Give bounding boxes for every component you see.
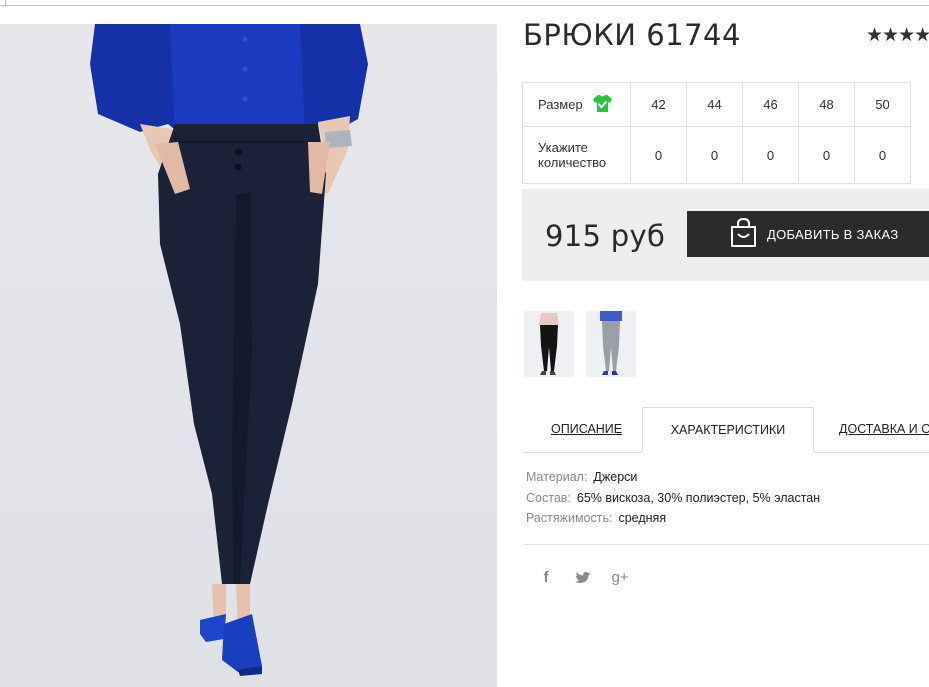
model-illustration (90, 24, 368, 676)
quantity-label: Укажите количество (522, 126, 631, 184)
spec-material: Материал: Джерси (526, 470, 637, 484)
size-table: Размер 42 44 46 48 50 Укажите количество… (522, 82, 911, 184)
tab-delivery[interactable]: ДОСТАВКА И ОП (839, 407, 929, 452)
tab-characteristics[interactable]: ХАРАКТЕРИСТИКИ (642, 407, 814, 453)
facebook-icon[interactable]: f (536, 568, 556, 588)
quantity-input[interactable]: 0 (630, 126, 687, 184)
spec-key: Растяжимость: (526, 511, 613, 525)
quantity-input[interactable]: 0 (686, 126, 743, 184)
thumbnail-photo-1[interactable] (524, 311, 574, 377)
quantity-input[interactable]: 0 (742, 126, 799, 184)
size-chart-icon[interactable] (592, 94, 612, 115)
spec-value: Джерси (593, 470, 638, 484)
add-to-order-label: ДОБАВИТЬ В ЗАКАЗ (767, 226, 899, 242)
product-tabs: ОПИСАНИЕ ХАРАКТЕРИСТИКИ ДОСТАВКА И ОП (523, 407, 929, 453)
size-option[interactable]: 44 (686, 82, 743, 127)
top-rule-tick (0, 0, 6, 5)
quantity-input[interactable]: 0 (798, 126, 855, 184)
tab-description[interactable]: ОПИСАНИЕ (551, 407, 622, 452)
spec-value: средняя (618, 511, 667, 525)
size-label-cell: Размер (522, 82, 631, 127)
twitter-icon[interactable] (573, 568, 593, 588)
spec-key: Материал: (526, 470, 588, 484)
googleplus-icon[interactable]: g+ (610, 568, 630, 588)
quantity-input[interactable]: 0 (854, 126, 911, 184)
top-rule (0, 0, 929, 6)
size-option[interactable]: 50 (854, 82, 911, 127)
size-option[interactable]: 48 (798, 82, 855, 127)
thumbnail-photo-2[interactable] (586, 311, 636, 377)
product-title: БРЮКИ 61744 (523, 18, 741, 52)
size-option[interactable]: 42 (630, 82, 687, 127)
spec-composition: Состав: 65% вискоза, 30% полиэстер, 5% эл… (526, 491, 820, 505)
price-panel: 915 руб ДОБАВИТЬ В ЗАКАЗ (522, 189, 929, 281)
add-to-order-button[interactable]: ДОБАВИТЬ В ЗАКАЗ (687, 211, 929, 257)
rating-stars[interactable]: ★★★★ (866, 24, 929, 47)
spec-value: 65% вискоза, 30% полиэстер, 5% эластан (576, 491, 821, 505)
spec-stretch: Растяжимость: средняя (526, 511, 666, 525)
spec-key: Состав: (526, 491, 571, 505)
divider (523, 544, 929, 545)
price: 915 руб (545, 219, 666, 253)
product-main-photo (0, 24, 497, 687)
size-label: Размер (538, 97, 583, 112)
size-option[interactable]: 46 (742, 82, 799, 127)
shopping-bag-icon (730, 217, 757, 250)
